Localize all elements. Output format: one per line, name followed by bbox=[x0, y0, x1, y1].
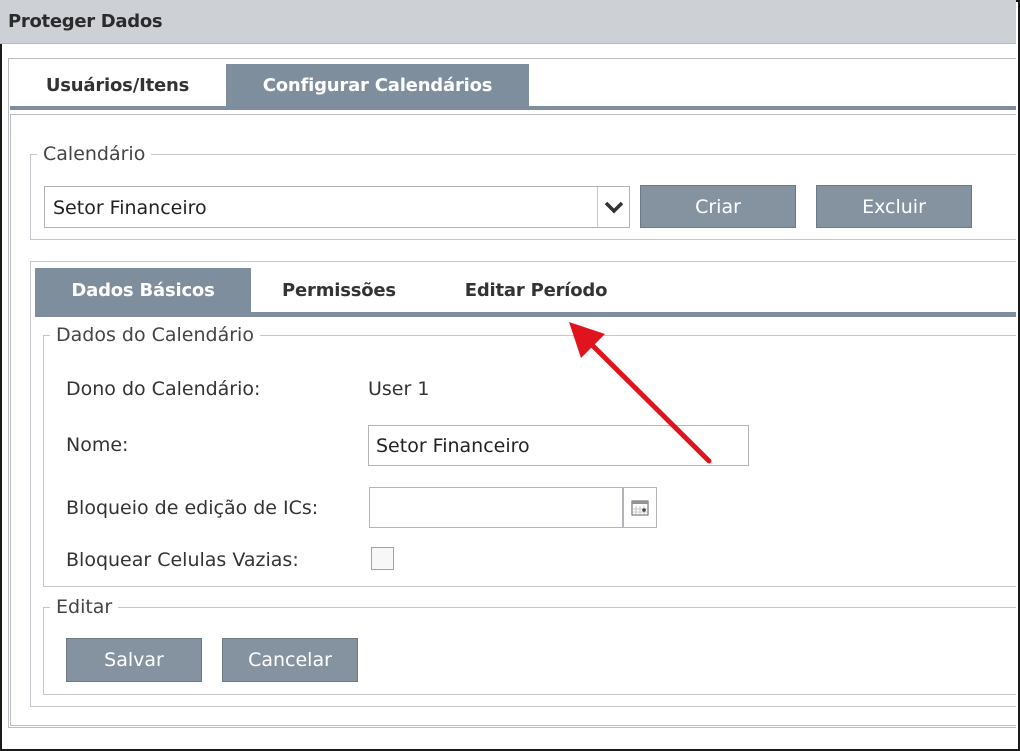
create-button[interactable]: Criar bbox=[640, 185, 796, 228]
edit-group-legend: Editar bbox=[56, 596, 113, 618]
subtab-underline bbox=[35, 312, 1016, 317]
chevron-down-icon[interactable] bbox=[597, 187, 629, 227]
lock-edit-label: Bloqueio de edição de ICs: bbox=[66, 497, 319, 519]
owner-value: User 1 bbox=[368, 378, 430, 400]
tab-editar-periodo[interactable]: Editar Período bbox=[430, 268, 642, 312]
empty-cells-checkbox[interactable] bbox=[371, 547, 394, 570]
lock-date-input[interactable] bbox=[369, 487, 623, 528]
owner-label: Dono do Calendário: bbox=[66, 378, 261, 400]
tab-permissoes[interactable]: Permissões bbox=[252, 268, 426, 312]
calendar-icon[interactable] bbox=[623, 487, 657, 528]
name-input[interactable]: Setor Financeiro bbox=[368, 425, 749, 466]
empty-cells-label: Bloquear Celulas Vazias: bbox=[66, 549, 299, 571]
calendar-data-legend: Dados do Calendário bbox=[56, 324, 254, 346]
tab-usuarios-itens[interactable]: Usuários/Itens bbox=[10, 64, 225, 107]
window-title: Proteger Dados bbox=[8, 11, 163, 32]
calendar-select[interactable]: Setor Financeiro bbox=[44, 186, 630, 228]
save-button[interactable]: Salvar bbox=[66, 638, 202, 682]
cancel-button[interactable]: Cancelar bbox=[222, 638, 358, 682]
name-label: Nome: bbox=[66, 434, 129, 456]
delete-button[interactable]: Excluir bbox=[816, 185, 972, 228]
tab-configurar-calendarios[interactable]: Configurar Calendários bbox=[226, 64, 529, 107]
calendar-group-legend: Calendário bbox=[43, 143, 146, 165]
calendar-select-value: Setor Financeiro bbox=[53, 197, 207, 219]
window-titlebar: Proteger Dados bbox=[0, 0, 1016, 44]
tab-underline bbox=[10, 106, 1016, 110]
tab-dados-basicos[interactable]: Dados Básicos bbox=[35, 268, 251, 312]
